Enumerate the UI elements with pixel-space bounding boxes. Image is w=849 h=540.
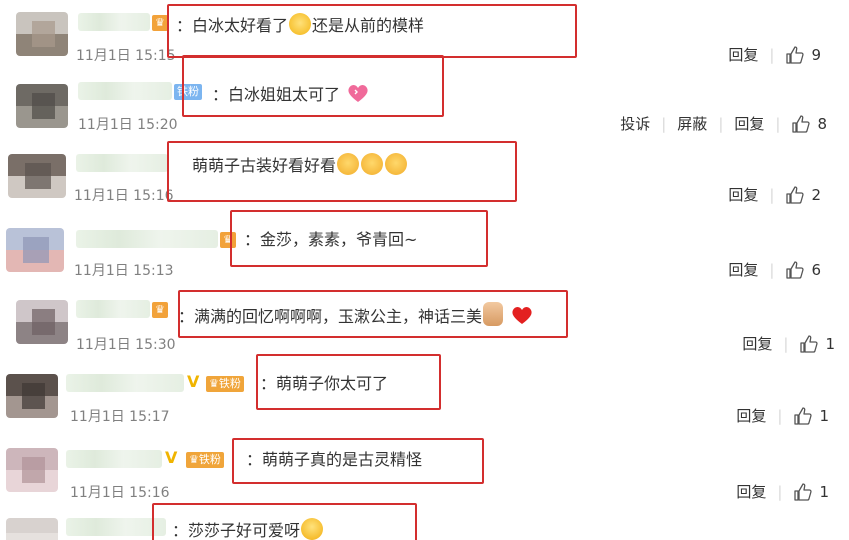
username[interactable] <box>66 374 184 392</box>
thumbs-up-icon[interactable] <box>793 482 813 502</box>
highlight-box <box>182 55 444 117</box>
avatar[interactable] <box>8 154 66 198</box>
verified-v-icon: V <box>187 372 200 391</box>
reply-button[interactable]: 回复 <box>728 44 758 65</box>
thumbs-up-icon[interactable] <box>799 334 819 354</box>
reply-button[interactable]: 回复 <box>728 259 758 280</box>
highlight-box <box>256 354 441 410</box>
thumbs-up-icon[interactable] <box>785 260 805 280</box>
username[interactable] <box>66 518 166 536</box>
comment-time: 11月1日 15:17 <box>70 409 170 425</box>
comment-time: 11月1日 15:13 <box>74 263 174 279</box>
reply-button[interactable]: 回复 <box>736 405 766 426</box>
username[interactable] <box>76 230 218 248</box>
fan-badge-icon: ♛铁粉 <box>186 452 224 468</box>
highlight-box <box>178 290 568 338</box>
comment-time: 11月1日 15:15 <box>76 48 176 64</box>
like-count: 6 <box>811 260 821 279</box>
username[interactable] <box>78 82 172 100</box>
highlight-box <box>167 4 577 58</box>
crown-badge-icon: ♛ <box>152 15 168 31</box>
comment-actions: 投诉 | 屏蔽 | 回复 | 8 <box>620 113 827 134</box>
like-count: 9 <box>811 45 821 64</box>
avatar[interactable] <box>6 448 58 492</box>
like-count: 1 <box>819 482 829 501</box>
like-count: 8 <box>817 114 827 133</box>
report-button[interactable]: 投诉 <box>620 113 650 134</box>
comment-time: 11月1日 15:30 <box>76 337 176 353</box>
fan-badge-icon: ♛铁粉 <box>206 376 244 392</box>
avatar[interactable] <box>16 12 68 56</box>
like-count: 1 <box>819 406 829 425</box>
username[interactable] <box>76 300 150 318</box>
comment-actions: 回复 | 1 <box>736 481 829 502</box>
thumbs-up-icon[interactable] <box>785 185 805 205</box>
like-count: 2 <box>811 185 821 204</box>
highlight-box <box>230 210 488 267</box>
comment-item: ：莎莎子好可爱呀 <box>0 510 849 540</box>
block-button[interactable]: 屏蔽 <box>677 113 707 134</box>
comment-time: 11月1日 15:16 <box>74 188 174 204</box>
avatar[interactable] <box>6 374 58 418</box>
comment-actions: 回复 | 9 <box>728 44 821 65</box>
reply-button[interactable]: 回复 <box>734 113 764 134</box>
thumbs-up-icon[interactable] <box>793 406 813 426</box>
avatar[interactable] <box>16 300 68 344</box>
crown-badge-icon: ♛ <box>152 302 168 318</box>
username[interactable] <box>78 13 150 31</box>
comment-actions: 回复 | 1 <box>736 405 829 426</box>
like-count: 1 <box>825 334 835 353</box>
username[interactable] <box>76 154 168 172</box>
verified-v-icon: V <box>165 448 178 467</box>
highlight-box <box>232 438 484 484</box>
reply-button[interactable]: 回复 <box>728 184 758 205</box>
avatar[interactable] <box>16 84 68 128</box>
thumbs-up-icon[interactable] <box>791 114 811 134</box>
avatar[interactable] <box>6 228 64 272</box>
highlight-box <box>167 141 517 202</box>
comment-time: 11月1日 15:20 <box>78 117 178 133</box>
reply-button[interactable]: 回复 <box>736 481 766 502</box>
reply-button[interactable]: 回复 <box>742 333 772 354</box>
comment-time: 11月1日 15:16 <box>70 485 170 501</box>
comment-actions: 回复 | 6 <box>728 259 821 280</box>
comment-actions: 回复 | 2 <box>728 184 821 205</box>
thumbs-up-icon[interactable] <box>785 45 805 65</box>
comment-actions: 回复 | 1 <box>742 333 835 354</box>
avatar[interactable] <box>6 518 58 540</box>
highlight-box <box>152 503 417 540</box>
username[interactable] <box>66 450 162 468</box>
